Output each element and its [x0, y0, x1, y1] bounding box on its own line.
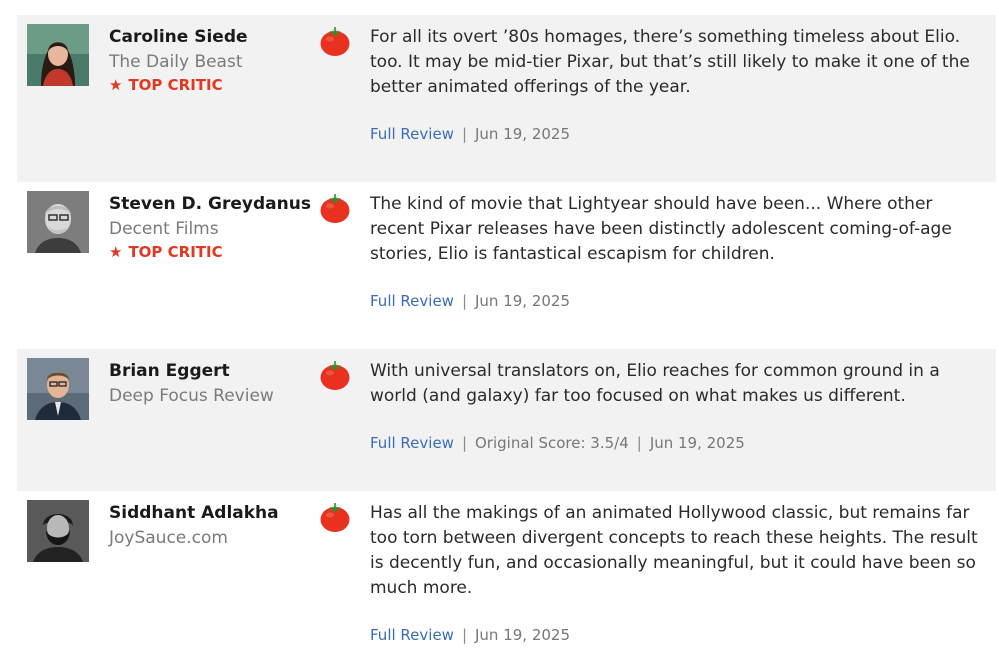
critic-reviews-list: Caroline Siede The Daily Beast ★ TOP CRI…: [0, 0, 999, 652]
top-critic-badge: ★ TOP CRITIC: [109, 76, 223, 94]
review-meta: Full Review | Original Score: 3.5/4 | Jun 19…: [370, 434, 745, 452]
separator: |: [461, 434, 467, 452]
review-quote: For all its overt ’80s homages, there’s …: [370, 27, 970, 97]
top-critic-badge: ★ TOP CRITIC: [109, 243, 223, 261]
critic-name[interactable]: Caroline Siede: [109, 27, 248, 47]
star-icon: ★: [109, 75, 123, 94]
star-icon: ★: [109, 242, 123, 261]
top-critic-label: TOP CRITIC: [128, 76, 223, 94]
review-card: Steven D. Greydanus Decent Films ★ TOP C…: [17, 182, 996, 349]
review-card: Caroline Siede The Daily Beast ★ TOP CRI…: [17, 15, 996, 182]
review-quote: Has all the makings of an animated Holly…: [370, 503, 978, 598]
fresh-tomato-icon: [319, 192, 351, 224]
publication-name[interactable]: JoySauce.com: [109, 528, 228, 548]
original-score: Original Score: 3.5/4: [475, 434, 629, 452]
review-meta: Full Review | Jun 19, 2025: [370, 292, 570, 310]
review-meta: Full Review | Jun 19, 2025: [370, 125, 570, 143]
review-card: Siddhant Adlakha JoySauce.com Has all th…: [17, 491, 996, 652]
review-date: Jun 19, 2025: [475, 125, 571, 143]
review-quote: With universal translators on, Elio reac…: [370, 361, 940, 406]
review-meta: Full Review | Jun 19, 2025: [370, 626, 570, 644]
fresh-tomato-icon: [319, 25, 351, 57]
full-review-link[interactable]: Full Review: [370, 434, 454, 452]
separator: |: [461, 125, 467, 143]
critic-avatar[interactable]: [27, 358, 89, 420]
full-review-link[interactable]: Full Review: [370, 626, 454, 644]
publication-name[interactable]: The Daily Beast: [109, 52, 243, 72]
full-review-link[interactable]: Full Review: [370, 292, 454, 310]
critic-name[interactable]: Siddhant Adlakha: [109, 503, 279, 523]
review-date: Jun 19, 2025: [649, 434, 745, 452]
review-date: Jun 19, 2025: [475, 626, 571, 644]
publication-name[interactable]: Decent Films: [109, 219, 219, 239]
critic-avatar[interactable]: [27, 24, 89, 86]
top-critic-label: TOP CRITIC: [128, 243, 223, 261]
critic-avatar[interactable]: [27, 500, 89, 562]
critic-name[interactable]: Steven D. Greydanus: [109, 194, 311, 214]
review-card: Brian Eggert Deep Focus Review With univ…: [17, 349, 996, 491]
publication-name[interactable]: Deep Focus Review: [109, 386, 274, 406]
separator: |: [636, 434, 642, 452]
full-review-link[interactable]: Full Review: [370, 125, 454, 143]
fresh-tomato-icon: [319, 501, 351, 533]
critic-avatar[interactable]: [27, 191, 89, 253]
critic-name[interactable]: Brian Eggert: [109, 361, 230, 381]
separator: |: [461, 292, 467, 310]
fresh-tomato-icon: [319, 359, 351, 391]
review-date: Jun 19, 2025: [475, 292, 571, 310]
review-quote: The kind of movie that Lightyear should …: [370, 194, 952, 264]
separator: |: [461, 626, 467, 644]
